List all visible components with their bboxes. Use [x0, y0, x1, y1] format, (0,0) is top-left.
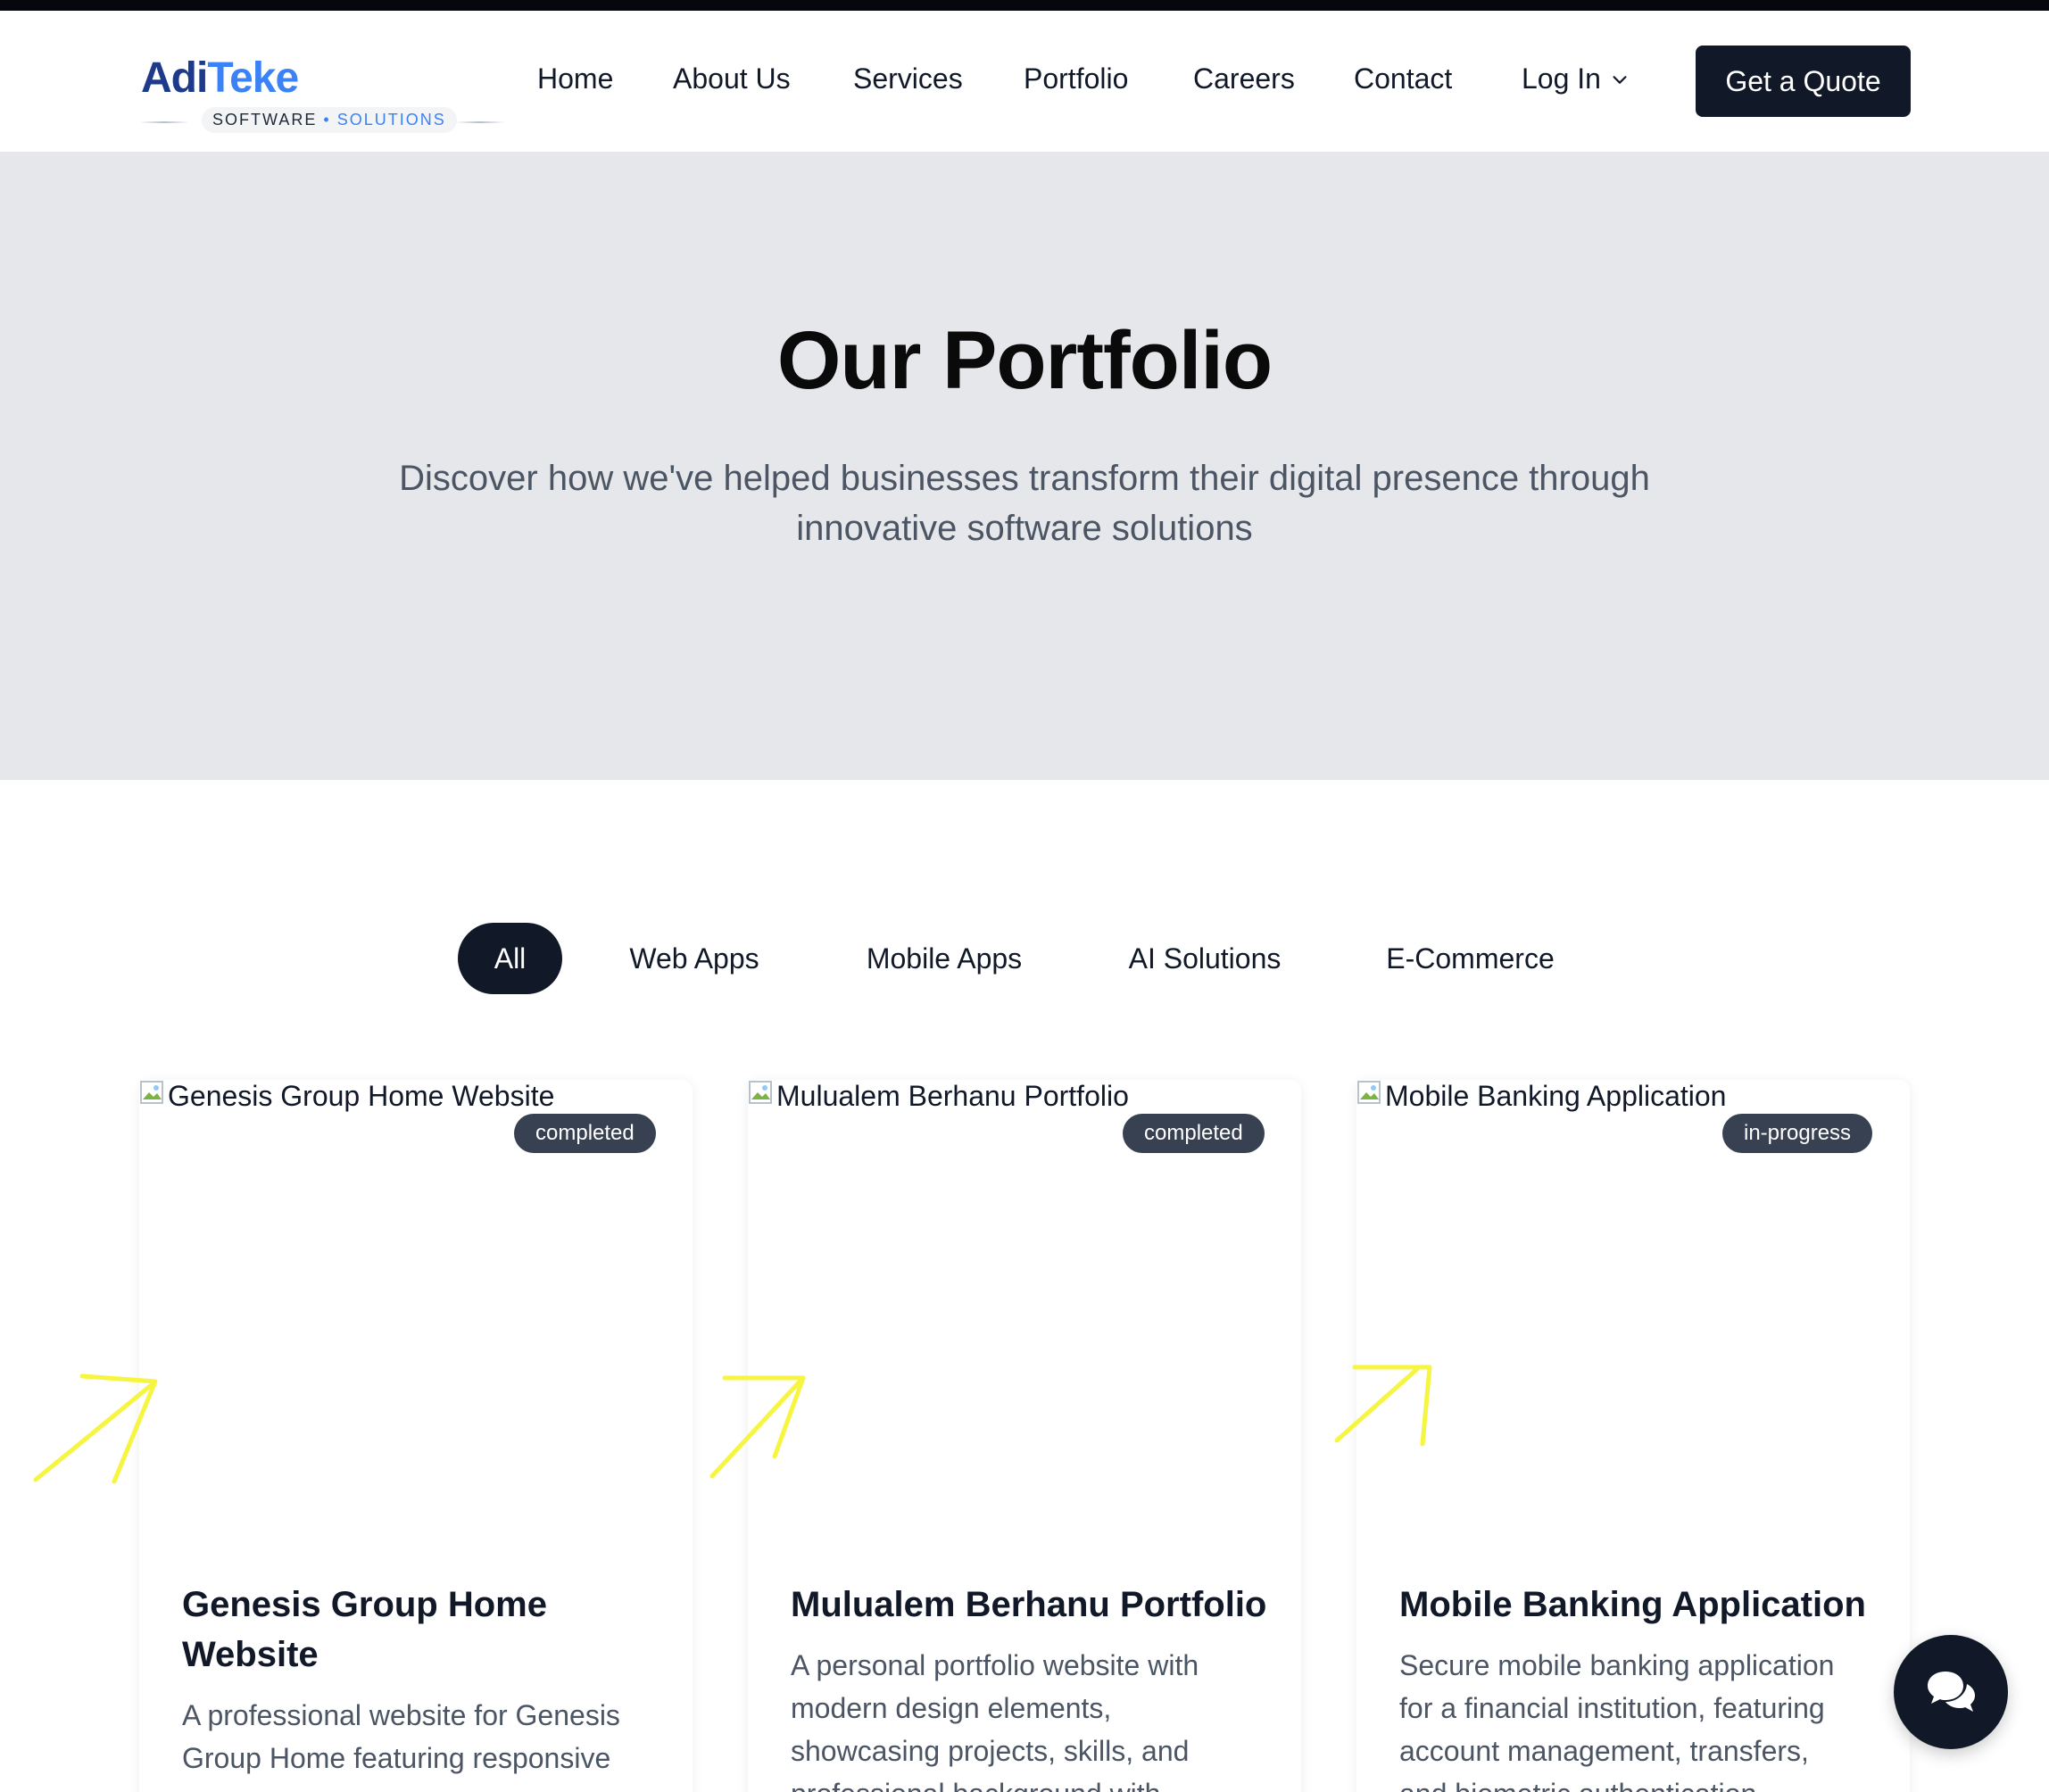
- logo-divider-left: [139, 121, 189, 123]
- broken-image-icon: [1357, 1081, 1381, 1104]
- brand-name-part1: Adi: [141, 54, 208, 102]
- nav-item-services[interactable]: Services: [853, 62, 963, 95]
- filter-tab-all[interactable]: All: [458, 923, 562, 994]
- nav-item-contact[interactable]: Contact: [1354, 62, 1452, 95]
- project-image: Mulualem Berhanu Portfolio completed: [748, 1080, 1301, 1526]
- filter-tab-e-commerce[interactable]: E-Commerce: [1370, 923, 1571, 994]
- filter-tab-web-apps[interactable]: Web Apps: [616, 923, 773, 994]
- chat-bubbles-icon: [1928, 1672, 1975, 1712]
- login-dropdown[interactable]: Log In: [1522, 62, 1630, 95]
- status-badge: in-progress: [1722, 1114, 1873, 1153]
- project-image: Genesis Group Home Website completed: [139, 1080, 693, 1526]
- status-badge: completed: [514, 1114, 656, 1153]
- project-image: Mobile Banking Application in-progress: [1356, 1080, 1910, 1526]
- tagline-solutions: SOLUTIONS: [336, 111, 446, 129]
- brand-name-part2: Teke: [207, 54, 299, 102]
- project-title: Mulualem Berhanu Portfolio: [791, 1585, 1267, 1624]
- image-alt-text: Mobile Banking Application: [1385, 1080, 1727, 1112]
- project-description: A personal portfolio website with modern…: [791, 1649, 1199, 1792]
- filter-tab-ai-solutions[interactable]: AI Solutions: [1116, 923, 1294, 994]
- broken-image: Mulualem Berhanu Portfolio: [748, 1080, 1129, 1113]
- annotation-arrow-icon: [33, 1373, 158, 1484]
- brand-name: AdiTeke: [141, 54, 299, 103]
- logo-divider-right: [455, 121, 505, 123]
- project-description: Secure mobile banking application for a …: [1399, 1649, 1835, 1792]
- filter-tab-mobile-apps[interactable]: Mobile Apps: [846, 923, 1042, 994]
- hero-subtitle: Discover how we've helped businesses tra…: [399, 459, 1650, 548]
- project-card[interactable]: Mulualem Berhanu Portfolio completed Mul…: [748, 1080, 1301, 1792]
- broken-image: Genesis Group Home Website: [139, 1080, 554, 1113]
- get-a-quote-button[interactable]: Get a Quote: [1696, 46, 1911, 117]
- chevron-down-icon: [1613, 75, 1627, 84]
- broken-image-icon: [140, 1081, 163, 1104]
- broken-image: Mobile Banking Application: [1356, 1080, 1726, 1113]
- brand-tagline: SOFTWARE • SOLUTIONS: [202, 107, 457, 133]
- nav-item-careers[interactable]: Careers: [1193, 62, 1295, 95]
- hero-section: Our Portfolio Discover how we've helped …: [0, 152, 2049, 780]
- brand-logo[interactable]: AdiTeke SOFTWARE • SOLUTIONS: [139, 46, 505, 136]
- image-alt-text: Mulualem Berhanu Portfolio: [776, 1080, 1129, 1112]
- status-badge: completed: [1123, 1114, 1265, 1153]
- annotation-arrow-icon: [709, 1375, 806, 1479]
- annotation-arrow-icon: [1334, 1365, 1432, 1447]
- chat-button[interactable]: [1894, 1635, 2008, 1749]
- nav-item-about-us[interactable]: About Us: [673, 62, 791, 95]
- nav-item-portfolio[interactable]: Portfolio: [1024, 62, 1128, 95]
- broken-image-icon: [749, 1081, 772, 1104]
- login-label: Log In: [1522, 62, 1601, 95]
- project-title: Genesis Group Home Website: [182, 1585, 547, 1674]
- project-card[interactable]: Genesis Group Home Website completed Gen…: [139, 1080, 693, 1792]
- project-description: A professional website for Genesis Group…: [182, 1699, 620, 1774]
- project-card[interactable]: Mobile Banking Application in-progress M…: [1356, 1080, 1910, 1792]
- portfolio-filter-tabs: All Web Apps Mobile Apps AI Solutions E-…: [0, 923, 2049, 994]
- site-header: AdiTeke SOFTWARE • SOLUTIONS Home About …: [0, 11, 2049, 152]
- tagline-software: SOFTWARE: [212, 111, 318, 129]
- nav-item-home[interactable]: Home: [537, 62, 613, 95]
- tagline-separator: •: [323, 111, 331, 129]
- image-alt-text: Genesis Group Home Website: [168, 1080, 555, 1112]
- project-title: Mobile Banking Application: [1399, 1585, 1866, 1624]
- top-dark-strip: [0, 0, 2049, 11]
- page-title: Our Portfolio: [776, 315, 1273, 406]
